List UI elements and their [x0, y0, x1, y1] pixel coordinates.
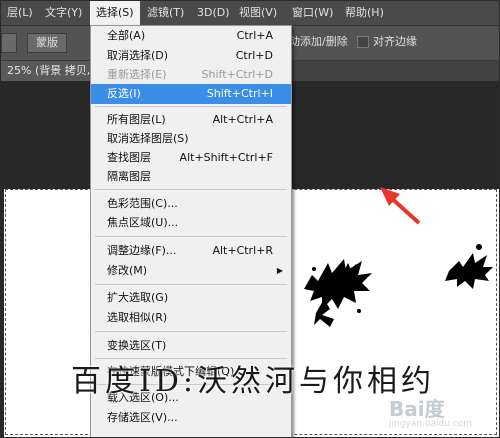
- submenu-arrow-icon: ▶: [276, 266, 283, 275]
- photoshop-window: 层(L) 文字(Y) 选择(S) 滤镜(T) 3D(D) 视图(V) 窗口(W)…: [0, 0, 500, 438]
- menu-item-isolate-layers[interactable]: 隔离图层: [91, 167, 291, 187]
- menu-item-focus-area[interactable]: 焦点区域(U)...: [91, 213, 291, 233]
- mask-button[interactable]: 蒙版: [27, 33, 67, 53]
- menu-type[interactable]: 文字(Y): [39, 1, 88, 25]
- menu-separator: [95, 331, 287, 332]
- menu-separator: [95, 284, 287, 285]
- menu-separator: [95, 106, 287, 107]
- menu-layer[interactable]: 层(L): [1, 1, 39, 25]
- menu-filter[interactable]: 滤镜(T): [141, 1, 190, 25]
- menu-item-reselect: 重新选择(E) Shift+Ctrl+D: [107, 68, 273, 81]
- menu-help[interactable]: 帮助(H): [339, 1, 390, 25]
- baidu-url: jingyan.baidu.com: [389, 419, 473, 429]
- menu-item-find-layers[interactable]: 查找图层 Alt+Shift+Ctrl+F: [91, 148, 291, 168]
- menu-item-similar[interactable]: 选取相似(R): [91, 308, 291, 328]
- baidu-logo: Bai度: [389, 397, 445, 421]
- align-edges-label[interactable]: 对齐边缘: [373, 34, 417, 50]
- menu-separator: [95, 189, 287, 190]
- menu-separator: [95, 236, 287, 237]
- checkbox-icon[interactable]: [357, 36, 369, 48]
- menu-view[interactable]: 视图(V): [233, 1, 283, 25]
- options-button[interactable]: [1, 33, 17, 53]
- menu-item-deselect-layers[interactable]: 取消选择图层(S): [91, 129, 291, 149]
- watermark-text: 百度ID:沃然河与你相约: [71, 364, 436, 399]
- menu-3d[interactable]: 3D(D): [191, 1, 236, 25]
- menu-window[interactable]: 窗口(W): [286, 1, 339, 25]
- menu-item-deselect[interactable]: 取消选择(D) Ctrl+D: [91, 46, 291, 66]
- menu-item-modify[interactable]: 修改(M) ▶: [91, 261, 291, 281]
- auto-add-remove-label[interactable]: 动添加/删除: [289, 34, 348, 50]
- menu-item-grow[interactable]: 扩大选取(G): [91, 288, 291, 308]
- menu-select[interactable]: 选择(S): [90, 1, 140, 25]
- menu-item-transform-selection[interactable]: 变换选区(T): [91, 336, 291, 356]
- menu-item-inverse[interactable]: 反选(I) Shift+Ctrl+I: [91, 84, 291, 104]
- menu-item-color-range[interactable]: 色彩范围(C)...: [91, 194, 291, 214]
- menu-item-save-selection[interactable]: 存储选区(V)...: [91, 408, 291, 428]
- menu-bar: 层(L) 文字(Y) 选择(S) 滤镜(T) 3D(D) 视图(V) 窗口(W)…: [1, 1, 499, 26]
- menu-item-refine-edge[interactable]: 调整边缘(F)... Alt+Ctrl+R: [91, 241, 291, 261]
- menu-item-all-layers[interactable]: 所有图层(L) Alt+Ctrl+A: [91, 110, 291, 130]
- menu-item-all[interactable]: 全部(A) Ctrl+A: [91, 26, 291, 46]
